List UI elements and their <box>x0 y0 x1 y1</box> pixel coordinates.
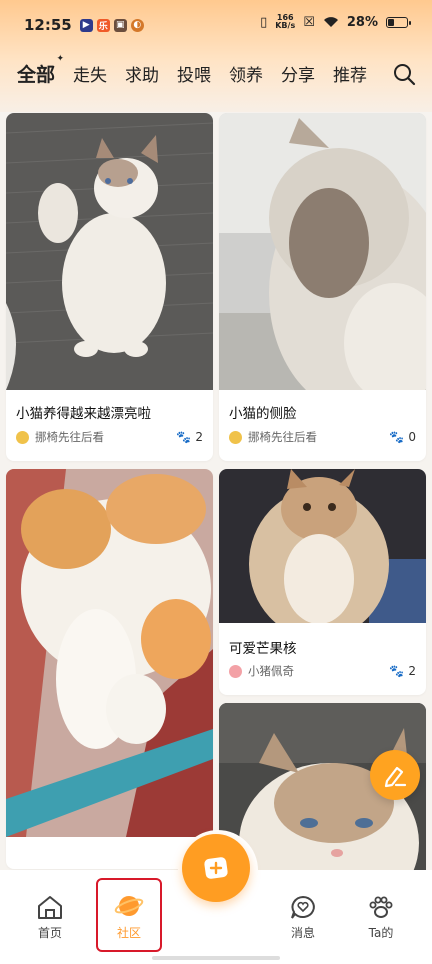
author-avatar <box>229 664 242 678</box>
author-name: 挪椅先往后看 <box>35 430 104 444</box>
message-heart-icon <box>291 895 315 919</box>
post-image-cat <box>219 113 426 390</box>
net-speed: 166 KB/s <box>275 13 296 30</box>
author-name: 小猪佩奇 <box>248 664 294 678</box>
tab-lost[interactable]: 走失 <box>64 61 116 86</box>
vibrate-icon: ▯ <box>260 14 268 30</box>
publish-button[interactable] <box>182 834 250 902</box>
tab-share[interactable]: 分享 <box>272 61 324 86</box>
notification-app-icon: ▶ <box>79 18 93 32</box>
no-sim-icon: ☒ <box>303 14 315 30</box>
tab-adopt[interactable]: 领养 <box>220 61 272 86</box>
post-image-cat <box>6 113 213 390</box>
status-time: 12:55 <box>24 16 72 34</box>
tab-recommend[interactable]: 推荐 <box>324 61 376 86</box>
add-post-icon <box>204 857 228 879</box>
tab-feed[interactable]: 投喂 <box>168 61 220 86</box>
battery-percent: 28% <box>346 14 378 30</box>
author-name: 挪椅先往后看 <box>248 430 317 444</box>
home-icon <box>38 896 62 919</box>
sparkle-icon: ✦ <box>56 53 65 64</box>
like-button[interactable]: 🐾 2 <box>176 430 203 444</box>
paw-icon <box>369 896 393 918</box>
status-bar: 12:55 ▶ 乐 ▣ ◐ ▯ 166 KB/s ☒ 28% <box>0 0 432 50</box>
like-count: 2 <box>408 664 416 678</box>
tab-all[interactable]: 全部 ✦ <box>8 54 64 89</box>
nav-home[interactable]: 首页 <box>20 892 80 941</box>
notification-app-icon: 乐 <box>96 18 110 32</box>
paw-icon: 🐾 <box>176 430 192 444</box>
post-image-cat <box>219 469 426 623</box>
nav-home-label: 首页 <box>37 926 62 940</box>
like-count: 2 <box>195 430 203 444</box>
pencil-icon <box>384 766 407 788</box>
notification-app-icon: ▣ <box>113 18 127 32</box>
nav-mine[interactable]: Ta的 <box>351 892 411 941</box>
gesture-bar <box>152 956 280 960</box>
edit-post-button[interactable] <box>370 750 420 800</box>
like-button[interactable]: 🐾 0 <box>389 430 416 444</box>
post-title: 小猫养得越来越漂亮啦 <box>16 406 151 422</box>
paw-icon: 🐾 <box>389 664 405 678</box>
post-image-cat <box>6 469 213 837</box>
notification-app-icon: ◐ <box>130 18 144 32</box>
nav-messages[interactable]: 消息 <box>273 892 333 941</box>
post-card[interactable]: 小猫养得越来越漂亮啦 挪椅先往后看 🐾 2 <box>6 113 213 461</box>
wifi-icon <box>323 17 338 27</box>
post-card[interactable] <box>6 469 213 869</box>
paw-icon: 🐾 <box>389 430 405 444</box>
nav-mine-label: Ta的 <box>368 926 394 940</box>
highlight-box <box>96 878 162 952</box>
author-avatar <box>16 430 29 444</box>
search-icon[interactable] <box>392 62 416 86</box>
post-card[interactable]: 可爱芒果核 小猪佩奇 🐾 2 <box>219 469 426 695</box>
nav-messages-label: 消息 <box>290 926 315 940</box>
like-count: 0 <box>408 430 416 444</box>
tab-help[interactable]: 求助 <box>116 61 168 86</box>
post-title: 小猫的侧脸 <box>229 406 297 422</box>
category-tabs: 全部 ✦ 走失 求助 投喂 领养 分享 推荐 <box>0 52 432 94</box>
battery-icon <box>386 16 411 28</box>
post-card[interactable]: 小猫的侧脸 挪椅先往后看 🐾 0 <box>219 113 426 461</box>
author-avatar <box>229 430 242 444</box>
post-title: 可爱芒果核 <box>229 641 297 657</box>
like-button[interactable]: 🐾 2 <box>389 664 416 678</box>
